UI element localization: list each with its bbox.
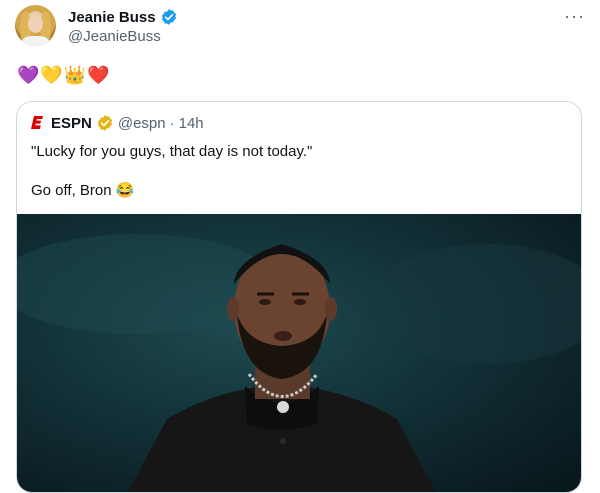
quoted-media-image[interactable] [17,214,581,492]
person-photo [17,234,581,492]
quoted-author-row: ESPN @espn · 14h [31,114,204,132]
quoted-tweet[interactable]: ESPN @espn · 14h "Lucky for you guys, th… [16,101,582,493]
quoted-display-name[interactable]: ESPN [51,115,92,132]
crown-emoji: 👑 [63,65,87,85]
quoted-timestamp[interactable]: 14h [179,115,204,132]
author-handle[interactable]: @JeanieBuss [68,28,161,45]
quoted-handle[interactable]: @espn [118,115,166,132]
author-row: Jeanie Buss [68,8,178,26]
tweet-text: 💜 💛 👑 ❤️ [17,64,110,86]
purple-heart-emoji: 💜 [17,65,40,85]
quoted-text-line: Go off, Bron 😂 [31,182,135,199]
espn-logo-icon [31,116,43,129]
separator-dot: · [169,114,175,132]
avatar[interactable] [15,5,56,46]
red-heart-emoji: ❤️ [87,65,110,85]
yellow-heart-emoji: 💛 [40,65,63,85]
verified-gold-badge-icon [97,115,112,131]
more-options-button[interactable]: ··· [564,6,585,27]
verified-badge-icon [161,9,176,25]
display-name[interactable]: Jeanie Buss [68,9,156,26]
quoted-text-line: "Lucky for you guys, that day is not tod… [31,143,313,160]
